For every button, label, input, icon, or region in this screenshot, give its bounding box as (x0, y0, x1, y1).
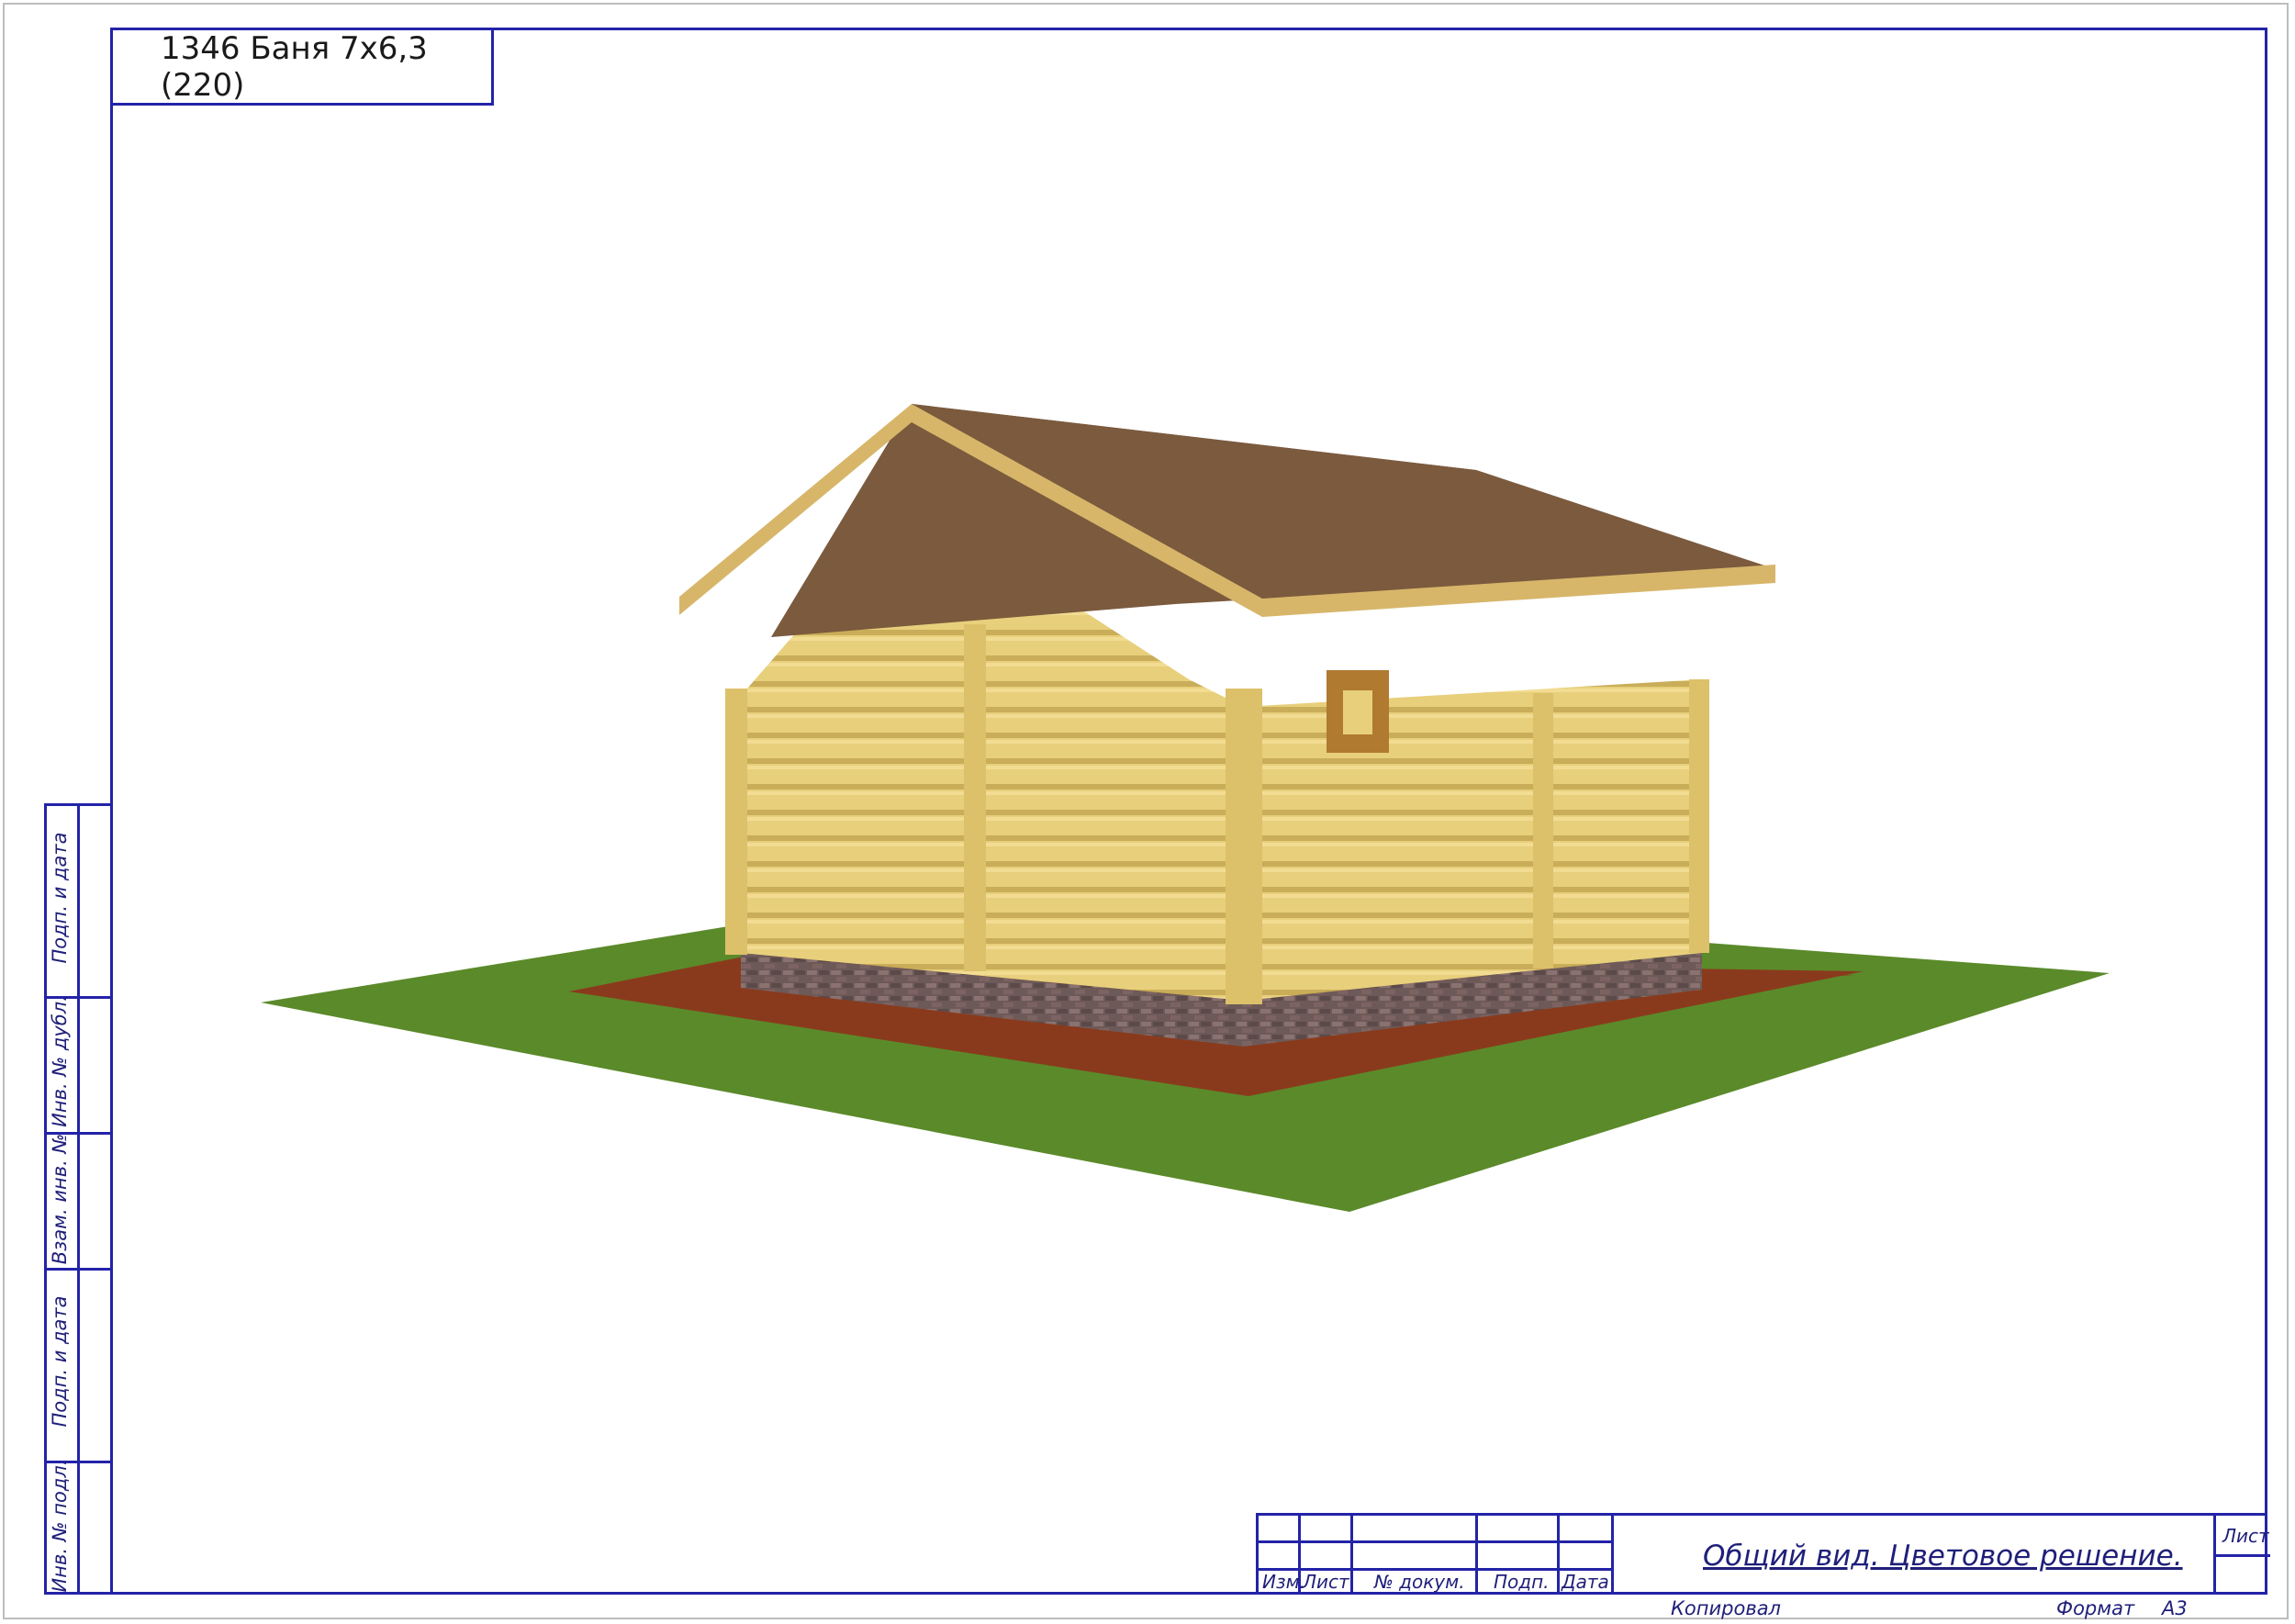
format-label: Формат (2056, 1597, 2135, 1619)
stamp-col-doc-number: № докум. (1374, 1571, 1465, 1593)
wall-post-middle (964, 624, 986, 971)
side-strip-divider (47, 1268, 113, 1271)
title-block-stamp: Изм. Лист № докум. Подп. Дата Общий вид.… (1256, 1513, 2270, 1595)
stamp-col-date: Дата (1562, 1571, 1609, 1593)
project-title-box: 1346 Баня 7х6,3 (220) (110, 28, 494, 106)
project-title: 1346 Баня 7х6,3 (220) (161, 29, 428, 104)
window-pane (1343, 690, 1372, 734)
format-value: А3 (2162, 1597, 2188, 1619)
corner-post-right (1689, 679, 1709, 953)
drawing-title: Общий вид. Цветовое решение. (1703, 1540, 2183, 1573)
wall-post-side (1533, 693, 1553, 969)
stamp-col-change: Изм. (1262, 1571, 1306, 1593)
house-render-drawing (261, 404, 2110, 1212)
stamp-col-sheet: Лист (1303, 1571, 1349, 1593)
copied-by-label: Копировал (1671, 1597, 1781, 1619)
side-wall (1244, 679, 1702, 1001)
drawing-sheet: 1346 Баня 7х6,3 (220) Подп. и дата Инв. … (0, 0, 2295, 1624)
side-strip-vertical-line (77, 806, 80, 1592)
corner-post-front (1226, 689, 1262, 1004)
stamp-sheet-label: Лист (2222, 1525, 2269, 1547)
stamp-col-signature: Подп. (1494, 1571, 1550, 1593)
corner-post-left (725, 689, 747, 955)
